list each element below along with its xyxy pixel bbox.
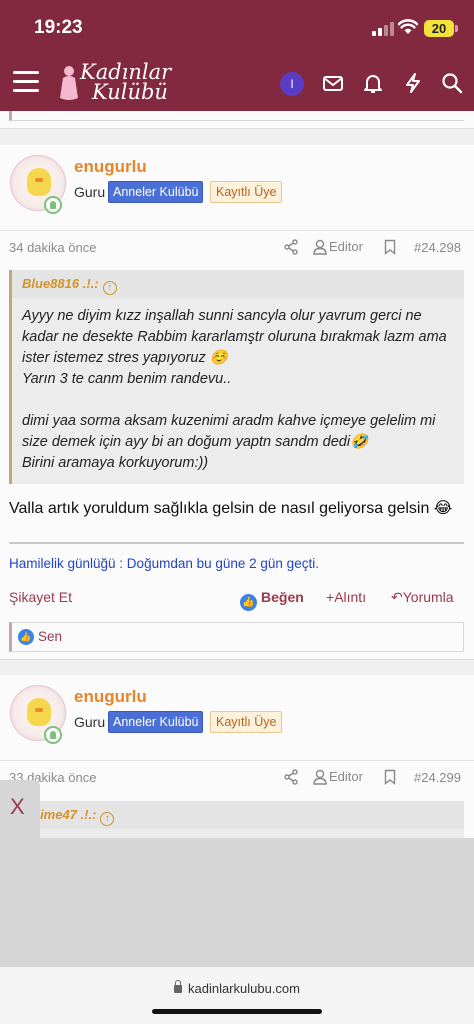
quote-header[interactable]: lallime47 .!.: ↑ [12,801,464,829]
signal-icon [372,22,394,36]
quote-header[interactable]: Blue8816 .!.: ↑ [12,270,464,298]
post-actions: Şikayet Et 👍 Beğen +Alıntı ↶Yorumla [0,585,474,611]
quote-line: Yarın 3 te canm benim randevu.. [22,371,232,387]
badge-anneler-kulubu: Anneler Kulübü [108,711,204,733]
user-icon [313,239,327,255]
post-username[interactable]: enugurlu [74,157,147,177]
arrow-up-icon[interactable]: ↑ [100,812,115,826]
bookmark-icon[interactable] [384,239,396,255]
search-icon[interactable] [441,72,463,94]
user-avatar-button[interactable]: I [280,72,304,96]
site-logo[interactable]: Kadınlar Kulübü [58,62,176,106]
quote-author: Blue8816 .!.: [22,276,99,291]
chick-avatar-icon [27,698,51,726]
battery-tip [455,25,458,32]
url-field[interactable]: kadinlarkulubu.com [0,980,474,996]
quote-block: Blue8816 .!.: ↑ Ayyy ne diyim kızz inşall… [9,270,464,484]
reactions-list[interactable]: Sen [38,629,62,644]
bookmark-icon[interactable] [384,769,396,785]
plus-icon: + [326,589,335,605]
like-button[interactable]: 👍 Beğen [240,589,304,611]
chick-avatar-icon [27,168,51,196]
reply-button[interactable]: ↶Yorumla [391,589,454,606]
like-label: Beğen [261,589,304,605]
reactions-bar[interactable]: 👍 Sen [9,622,464,652]
post-signature[interactable]: Hamilelik günlüğü : Doğumdan bu güne 2 g… [9,556,319,571]
status-bar: 19:23 20 [0,0,474,56]
logo-text: Kadınlar Kulübü [80,62,171,104]
quote-line: Birini aramaya korkuyorum:)) [22,455,209,471]
online-status-icon [44,196,62,214]
user-rank: Guru [74,184,106,200]
editor-link[interactable]: Editor [313,769,363,785]
lightning-icon[interactable] [402,72,424,94]
badge-anneler-kulubu: Anneler Kulübü [108,181,204,203]
thumbs-up-icon: 👍 [18,629,34,645]
quote-button[interactable]: +Alıntı [326,589,366,605]
mail-icon[interactable] [322,72,344,94]
signature-divider [9,542,464,544]
reply-label: Yorumla [402,589,454,605]
url-text: kadinlarkulubu.com [187,981,300,996]
home-indicator[interactable] [152,1009,322,1014]
badge-kayitli-uye: Kayıtlı Üye [210,711,283,733]
share-icon[interactable] [283,239,299,255]
wifi-icon [398,19,418,34]
editor-link[interactable]: Editor [313,239,363,255]
badge-kayitli-uye: Kayıtlı Üye [210,181,283,203]
post-number[interactable]: #24.299 [414,770,461,785]
ad-close-button[interactable]: X [10,794,25,820]
report-button[interactable]: Şikayet Et [9,589,72,605]
post-number[interactable]: #24.298 [414,240,461,255]
ad-close-tab: X [0,780,40,838]
post-message: Valla artık yoruldum sağlıkla gelsin de … [9,500,453,517]
quote-body: Ayyy ne diyim kızz inşallah sunni sancyl… [22,306,458,474]
previous-reactions-bar [9,111,464,121]
logo-figure-icon [60,66,78,100]
logo-line-2: Kulübü [92,80,168,104]
ad-banner[interactable] [0,838,474,966]
menu-icon[interactable] [13,71,39,93]
user-rank: Guru [74,714,106,730]
post-username[interactable]: enugurlu [74,687,147,707]
bell-icon[interactable] [362,72,384,94]
post-24298: enugurlu Guru Anneler Kulübü Kayıtlı Üye… [0,145,474,659]
share-icon[interactable] [283,769,299,785]
browser-url-bar: kadinlarkulubu.com [0,966,474,1024]
editor-label: Editor [329,239,363,254]
site-header: Kadınlar Kulübü I [0,56,474,111]
reply-icon: ↶ [391,589,403,605]
post-meta: 33 dakika önce Editor #24.299 [0,760,474,792]
lock-icon [173,980,182,993]
quote-line: Ayyy ne diyim kızz inşallah sunni sancyl… [22,308,447,366]
user-icon [313,769,327,785]
quote-line: dimi yaa sorma aksam kuzenimi aradm kahv… [22,413,436,450]
arrow-up-icon[interactable]: ↑ [102,281,117,295]
post-meta: 34 dakika önce Editor #24.298 [0,230,474,262]
top-bar: 19:23 20 Kadınlar Kulübü I [0,0,474,111]
thumbs-up-icon: 👍 [240,594,257,611]
battery-icon: 20 [424,20,454,37]
editor-label: Editor [329,769,363,784]
post-separator [0,129,474,145]
status-time: 19:23 [34,17,83,38]
post-separator [0,659,474,675]
post-time[interactable]: 34 dakika önce [9,240,96,255]
quote-label: Alıntı [334,589,367,605]
online-status-icon [44,726,62,744]
previous-post-tail [0,111,474,129]
